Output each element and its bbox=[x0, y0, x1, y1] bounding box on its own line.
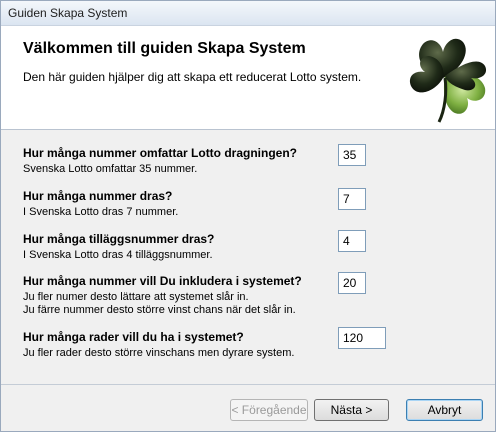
question-draw-size: Hur många nummer omfattar Lotto dragning… bbox=[23, 146, 297, 176]
title-bar[interactable]: Guiden Skapa System bbox=[1, 1, 495, 26]
question-help: Ju fler rader desto större vinschans men… bbox=[23, 347, 295, 359]
extra-numbers-input[interactable] bbox=[338, 230, 366, 252]
wizard-window: Guiden Skapa System Välkommen till guide… bbox=[0, 0, 496, 432]
window-title: Guiden Skapa System bbox=[8, 6, 128, 20]
numbers-drawn-input[interactable] bbox=[338, 188, 366, 210]
wizard-header: Välkommen till guiden Skapa System Den h… bbox=[1, 26, 495, 128]
rows-input[interactable] bbox=[338, 327, 386, 349]
question-label: Hur många rader vill du ha i systemet? bbox=[23, 330, 244, 344]
question-included-numbers: Hur många nummer vill Du inkludera i sys… bbox=[23, 274, 302, 317]
wizard-content: Hur många nummer omfattar Lotto dragning… bbox=[1, 130, 495, 384]
page-subtitle: Den här guiden hjälper dig att skapa ett… bbox=[23, 70, 362, 84]
back-button[interactable]: < Föregående bbox=[230, 399, 308, 421]
page-title: Välkommen till guiden Skapa System bbox=[23, 40, 306, 57]
question-label: Hur många nummer dras? bbox=[23, 189, 173, 203]
question-label: Hur många nummer omfattar Lotto dragning… bbox=[23, 146, 298, 160]
question-rows: Hur många rader vill du ha i systemet? J… bbox=[23, 330, 294, 360]
question-numbers-drawn: Hur många nummer dras? I Svenska Lotto d… bbox=[23, 189, 178, 219]
question-help: I Svenska Lotto dras 4 tilläggsnummer. bbox=[23, 249, 213, 261]
question-extra-numbers: Hur många tilläggsnummer dras? I Svenska… bbox=[23, 232, 214, 262]
four-leaf-clover-icon bbox=[409, 38, 487, 123]
cancel-button[interactable]: Avbryt bbox=[406, 399, 483, 421]
question-help: I Svenska Lotto dras 7 nummer. bbox=[23, 206, 179, 218]
next-button[interactable]: Nästa > bbox=[314, 399, 389, 421]
included-numbers-input[interactable] bbox=[338, 272, 366, 294]
wizard-footer: < Föregående Nästa > Avbryt bbox=[1, 385, 495, 431]
draw-size-input[interactable] bbox=[338, 144, 366, 166]
question-help: Svenska Lotto omfattar 35 nummer. bbox=[23, 163, 198, 175]
question-help: Ju fler numer desto lättare att systemet… bbox=[23, 291, 249, 303]
question-help: Ju färre nummer desto större vinst chans… bbox=[23, 304, 296, 316]
question-label: Hur många nummer vill Du inkludera i sys… bbox=[23, 274, 302, 288]
question-label: Hur många tilläggsnummer dras? bbox=[23, 232, 215, 246]
